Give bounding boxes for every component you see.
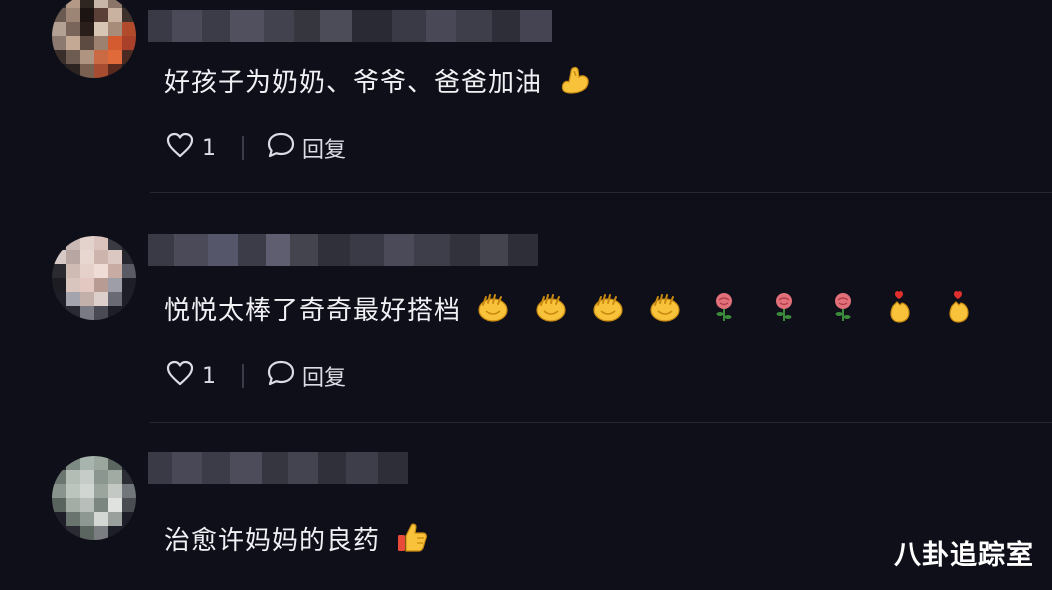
like-button[interactable]: 1	[166, 360, 216, 392]
clapping-hands-icon	[648, 291, 682, 332]
heart-icon	[166, 132, 194, 164]
like-button[interactable]: 1	[166, 132, 216, 164]
rose-icon	[771, 291, 797, 332]
username-blurred[interactable]	[148, 10, 552, 42]
like-count: 1	[202, 135, 216, 161]
reply-label: 回复	[302, 366, 347, 391]
comment-text: 治愈许妈妈的良药	[164, 520, 429, 563]
username-blurred[interactable]	[148, 452, 408, 484]
comment-text: 好孩子为奶奶、爷爷、爸爸加油	[164, 62, 591, 105]
flexed-biceps-icon	[557, 62, 591, 105]
action-separator	[242, 136, 244, 160]
finger-heart-icon	[887, 290, 913, 333]
like-count: 1	[202, 363, 216, 389]
avatar[interactable]	[52, 236, 136, 320]
comment-text-content: 治愈许妈妈的良药	[164, 526, 381, 556]
finger-heart-icon	[946, 290, 972, 333]
rose-icon	[711, 291, 737, 332]
comment-divider	[150, 192, 1052, 193]
clapping-hands-icon	[476, 291, 510, 332]
speech-bubble-icon	[266, 359, 296, 393]
avatar[interactable]	[52, 456, 136, 540]
reply-button[interactable]: 回复	[266, 131, 346, 165]
thumbs-up-icon	[395, 520, 429, 563]
heart-icon	[166, 360, 194, 392]
speech-bubble-icon	[266, 131, 296, 165]
comment-actions: 1 回复	[166, 360, 346, 392]
username-blurred[interactable]	[148, 234, 538, 266]
avatar[interactable]	[52, 0, 136, 78]
reply-button[interactable]: 回复	[266, 359, 346, 393]
rose-icon	[830, 291, 856, 332]
comment-divider	[150, 422, 1052, 423]
clapping-hands-icon	[591, 291, 625, 332]
comment-actions: 1 回复	[166, 132, 346, 164]
clapping-hands-icon	[534, 291, 568, 332]
comment-text: 悦悦太棒了奇奇最好搭档	[164, 290, 972, 333]
watermark-text: 八卦追踪室	[894, 540, 1034, 571]
comment-text-content: 好孩子为奶奶、爷爷、爸爸加油	[164, 68, 543, 98]
action-separator	[242, 364, 244, 388]
reply-label: 回复	[302, 138, 347, 163]
comment-text-content: 悦悦太棒了奇奇最好搭档	[164, 296, 462, 326]
